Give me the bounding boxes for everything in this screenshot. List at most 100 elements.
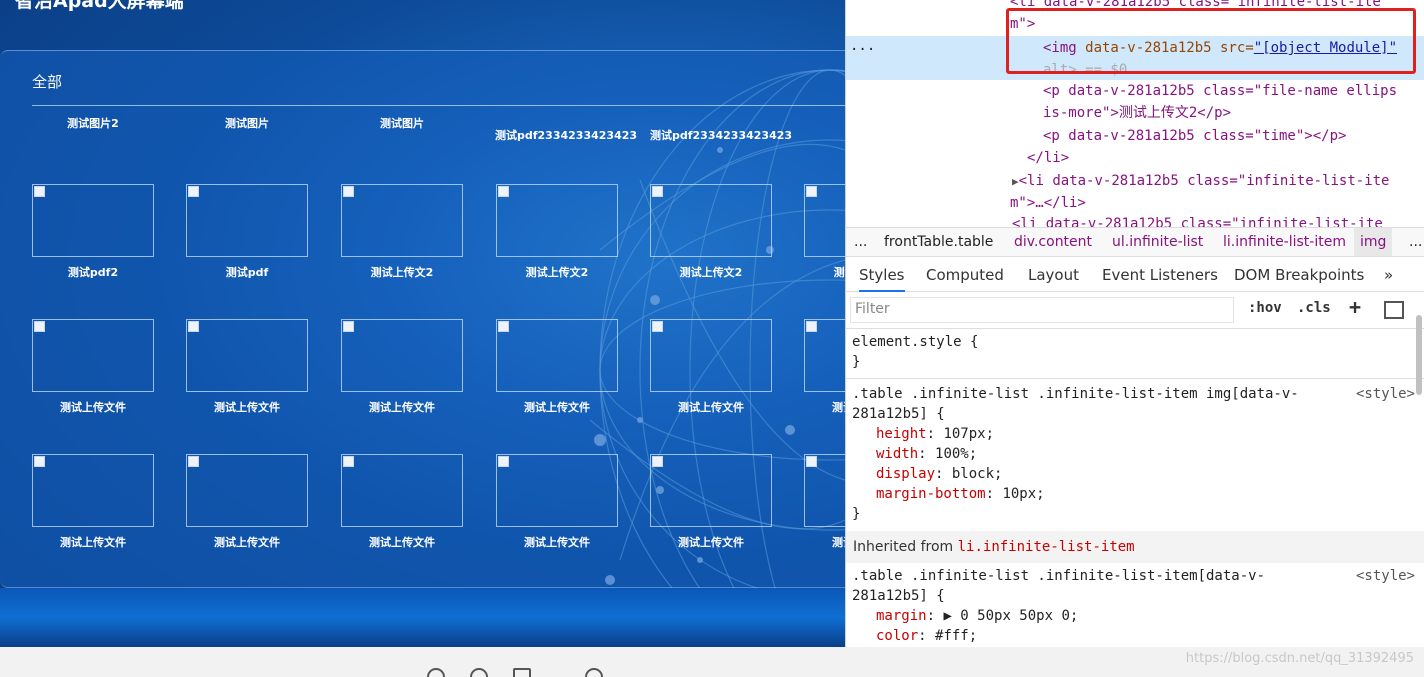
- file-name: 测试pdf2334233423423: [495, 129, 638, 142]
- dom-line[interactable]: m">…</li>: [1010, 192, 1424, 214]
- dom-line[interactable]: <p data-v-281a12b5 class="file-name elli…: [1043, 80, 1424, 102]
- file-name: 测试上传文件: [214, 536, 280, 549]
- css-value[interactable]: 10px;: [1002, 486, 1044, 502]
- tab-styles[interactable]: Styles: [859, 266, 905, 292]
- file-name: 测试上传文件: [678, 536, 744, 549]
- file-name: 测试上传文件: [832, 401, 845, 414]
- file-thumbnail[interactable]: [804, 184, 845, 257]
- filter-input[interactable]: Filter: [850, 297, 1234, 323]
- hov-button[interactable]: :hov: [1248, 300, 1282, 316]
- node-options[interactable]: ...: [850, 35, 880, 57]
- css-property[interactable]: color: [876, 628, 918, 644]
- css-value[interactable]: 107px;: [943, 426, 994, 442]
- rule-selector[interactable]: 281a12b5] {: [852, 586, 1424, 606]
- expand-triangle-icon[interactable]: ▶: [1012, 175, 1019, 188]
- css-property[interactable]: height: [876, 426, 927, 442]
- file-thumbnail[interactable]: [32, 184, 154, 257]
- watermark: https://blog.csdn.net/qq_31392495: [1185, 651, 1414, 666]
- css-property[interactable]: margin-bottom: [876, 486, 986, 502]
- file-thumbnail[interactable]: [650, 184, 772, 257]
- css-value[interactable]: 100%;: [935, 446, 977, 462]
- scrollbar-thumb[interactable]: [1416, 315, 1422, 395]
- new-rule-button[interactable]: +: [1349, 295, 1361, 319]
- breadcrumb-item-active[interactable]: img: [1354, 228, 1393, 256]
- file-thumbnail[interactable]: [341, 184, 463, 257]
- file-name: 测试上传文件: [369, 401, 435, 414]
- css-declaration[interactable]: height: 107px;: [852, 424, 1424, 444]
- file-thumbnail[interactable]: [650, 319, 772, 392]
- rule-selector[interactable]: element.style {: [852, 332, 1424, 352]
- css-declaration[interactable]: display: block;: [852, 464, 1424, 484]
- dom-line[interactable]: is-more">测试上传文2</p>: [1043, 102, 1424, 124]
- breadcrumb-item[interactable]: frontTable.table: [884, 228, 993, 256]
- file-name: 测试上传文2: [833, 266, 845, 279]
- css-value[interactable]: ▶ 0 50px 50px 0;: [943, 608, 1078, 624]
- file-name: 测试上传文件: [60, 536, 126, 549]
- screen: 智治Apad大屏幕端 全部 测试图片2 测试图片 测试图片 测试pdf23342…: [0, 0, 1424, 677]
- cls-button[interactable]: .cls: [1297, 300, 1331, 316]
- rule-selector[interactable]: .table .infinite-list .infinite-list-ite…: [852, 384, 1424, 404]
- file-thumbnail[interactable]: [186, 454, 308, 527]
- css-property[interactable]: display: [876, 466, 935, 482]
- dom-line[interactable]: ▶<li data-v-281a12b5 class="infinite-lis…: [1012, 170, 1424, 192]
- dom-line[interactable]: </li>: [1027, 147, 1424, 169]
- file-thumbnail[interactable]: [496, 184, 618, 257]
- file-name: 测试上传文2: [679, 266, 743, 279]
- file-name: 测试上传文件: [524, 536, 590, 549]
- file-thumbnail[interactable]: [496, 454, 618, 527]
- breadcrumb-more[interactable]: ...: [1409, 228, 1422, 256]
- css-value[interactable]: block;: [952, 466, 1003, 482]
- file-thumbnail[interactable]: [32, 454, 154, 527]
- tab-all[interactable]: 全部: [32, 71, 62, 92]
- tab-computed[interactable]: Computed: [926, 266, 1004, 284]
- file-name: 测试上传文件: [524, 401, 590, 414]
- file-name: 测试图片: [225, 117, 269, 130]
- file-thumbnail[interactable]: [32, 319, 154, 392]
- css-declaration[interactable]: margin-bottom: 10px;: [852, 484, 1424, 504]
- file-name: 测试上传文件: [60, 401, 126, 414]
- breadcrumb-more[interactable]: ...: [854, 228, 867, 256]
- file-thumbnail[interactable]: [650, 454, 772, 527]
- devtools-panel: <li data-v-281a12b5 class="infinite-list…: [845, 0, 1424, 647]
- file-thumbnail[interactable]: [804, 454, 845, 527]
- breadcrumb-item[interactable]: ul.infinite-list: [1112, 228, 1203, 256]
- highlight-box: [1006, 8, 1416, 74]
- toggle-sidebar-icon[interactable]: [1384, 301, 1404, 319]
- css-property[interactable]: margin: [876, 608, 927, 624]
- styles-tabbar: Styles Computed Layout Event Listeners D…: [846, 258, 1424, 292]
- file-name: 测试图片2: [67, 117, 119, 130]
- file-thumbnail[interactable]: [186, 319, 308, 392]
- more-tabs-icon[interactable]: »: [1384, 266, 1393, 284]
- tab-event-listeners[interactable]: Event Listeners: [1102, 266, 1218, 284]
- file-thumbnail[interactable]: [341, 454, 463, 527]
- file-panel: 全部 测试图片2 测试图片 测试图片 测试pdf2334233423423 测试…: [0, 50, 845, 588]
- page-viewport: 智治Apad大屏幕端 全部 测试图片2 测试图片 测试图片 测试pdf23342…: [0, 0, 845, 647]
- inherited-label: Inherited from: [853, 539, 954, 555]
- css-rule-img: .table .infinite-list .infinite-list-ite…: [846, 384, 1424, 524]
- rule-selector[interactable]: .table .infinite-list .infinite-list-ite…: [852, 566, 1424, 586]
- breadcrumb-item[interactable]: div.content: [1014, 228, 1092, 256]
- file-thumbnail[interactable]: [496, 319, 618, 392]
- rule-source-link[interactable]: <style>: [1356, 566, 1415, 586]
- file-thumbnail[interactable]: [804, 319, 845, 392]
- inherited-header: Inherited from li.infinite-list-item: [846, 531, 1424, 563]
- css-rule-li: .table .infinite-list .infinite-list-ite…: [846, 566, 1424, 646]
- inherited-from-link[interactable]: li.infinite-list-item: [958, 539, 1135, 555]
- file-thumbnail[interactable]: [341, 319, 463, 392]
- css-declaration[interactable]: margin: ▶ 0 50px 50px 0;: [852, 606, 1424, 626]
- css-property[interactable]: width: [876, 446, 918, 462]
- css-declaration[interactable]: width: 100%;: [852, 444, 1424, 464]
- file-name: 测试上传文件: [678, 401, 744, 414]
- css-value[interactable]: #fff;: [935, 628, 977, 644]
- dom-line[interactable]: <p data-v-281a12b5 class="time"></p>: [1043, 125, 1424, 147]
- css-declaration[interactable]: color: #fff;: [852, 626, 1424, 646]
- breadcrumb-item[interactable]: li.infinite-list-item: [1223, 228, 1346, 256]
- tab-dom-breakpoints[interactable]: DOM Breakpoints: [1234, 266, 1364, 284]
- file-name: 测试上传文件: [369, 536, 435, 549]
- rule-selector[interactable]: 281a12b5] {: [852, 404, 1424, 424]
- file-thumbnail[interactable]: [186, 184, 308, 257]
- tab-layout[interactable]: Layout: [1028, 266, 1079, 284]
- square-icon[interactable]: [513, 668, 531, 677]
- bottom-decoration: [0, 588, 845, 647]
- rule-source-link[interactable]: <style>: [1356, 384, 1415, 404]
